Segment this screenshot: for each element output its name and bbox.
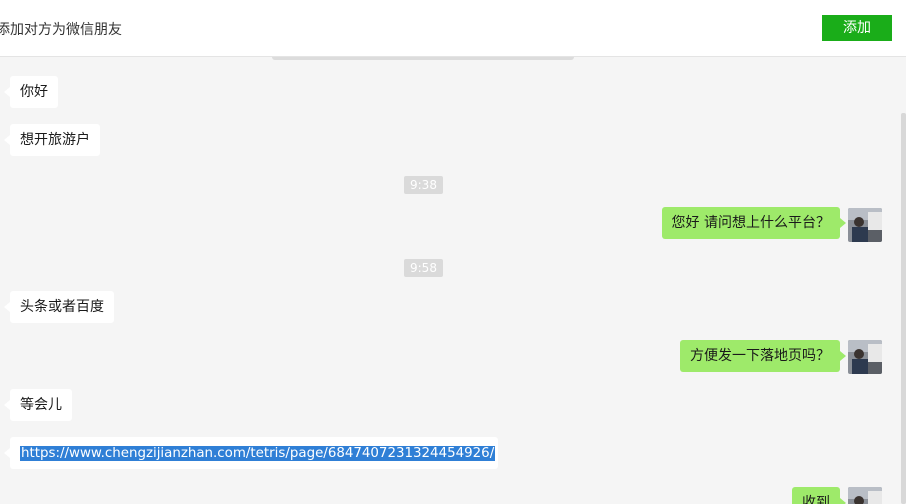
incoming-message-bubble[interactable]: 等会儿 bbox=[4, 389, 72, 421]
message-text: 收到 bbox=[802, 495, 830, 504]
avatar-photo-icon bbox=[848, 487, 882, 504]
message-text: 等会儿 bbox=[20, 397, 62, 413]
outgoing-message-bubble[interactable]: 方便发一下落地页吗？ bbox=[680, 340, 846, 372]
message-text: 想开旅游户 bbox=[20, 132, 90, 148]
incoming-message-bubble[interactable]: 想开旅游户 bbox=[4, 124, 100, 156]
my-avatar[interactable] bbox=[848, 208, 882, 242]
message-text: 方便发一下落地页吗？ bbox=[690, 348, 830, 364]
incoming-message-bubble[interactable]: 头条或者百度 bbox=[4, 291, 114, 323]
my-avatar[interactable] bbox=[848, 340, 882, 374]
timestamp-divider: 9:38 bbox=[404, 176, 443, 194]
message-text: 你好 bbox=[20, 84, 48, 100]
incoming-message-bubble[interactable]: 你好 bbox=[4, 76, 58, 108]
chat-message-area[interactable]: 你好 想开旅游户 9:38 您好 请问想上什么平台？ 9:58 头条或者百度 方… bbox=[0, 60, 906, 504]
message-text: 您好 请问想上什么平台？ bbox=[671, 215, 830, 231]
add-friend-button[interactable]: 添加 bbox=[822, 15, 892, 41]
my-avatar[interactable] bbox=[848, 487, 882, 504]
chat-scrollbar[interactable] bbox=[901, 113, 906, 504]
timestamp-text: 9:58 bbox=[410, 261, 437, 275]
outgoing-message-bubble[interactable]: 您好 请问想上什么平台？ bbox=[661, 207, 847, 239]
message-text: 头条或者百度 bbox=[20, 299, 104, 315]
avatar-photo-icon bbox=[848, 340, 882, 374]
message-link[interactable]: https://www.chengzijianzhan.com/tetris/p… bbox=[20, 446, 496, 461]
friend-request-bar: 添加对方为微信朋友 添加 bbox=[0, 0, 906, 57]
outgoing-message-bubble[interactable]: 收到 bbox=[792, 487, 846, 504]
timestamp-divider: 9:58 bbox=[404, 259, 443, 277]
add-friend-notice: 添加对方为微信朋友 bbox=[0, 22, 122, 38]
timestamp-text: 9:38 bbox=[410, 178, 437, 192]
incoming-link-message[interactable]: https://www.chengzijianzhan.com/tetris/p… bbox=[4, 437, 498, 469]
avatar-photo-icon bbox=[848, 208, 882, 242]
